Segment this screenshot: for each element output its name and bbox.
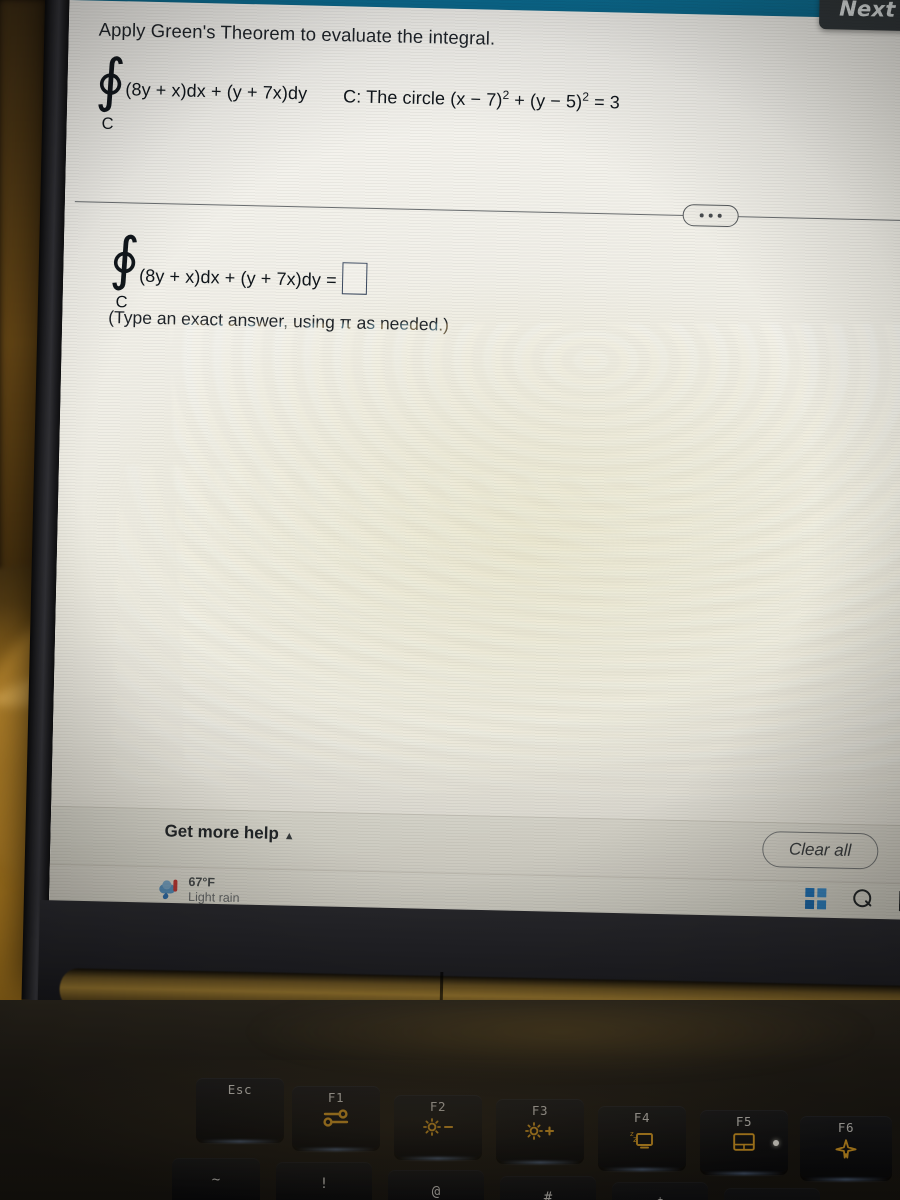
- integrand-2-text: (8y + x)dx + (y + 7x)dy =: [138, 265, 337, 291]
- dot-icon: [717, 213, 722, 218]
- key-at[interactable]: @: [388, 1170, 484, 1200]
- get-more-help-button[interactable]: Get more help ▲: [164, 821, 295, 844]
- key-f6[interactable]: F6: [800, 1116, 892, 1181]
- weather-widget[interactable]: 67°F Light rain: [159, 874, 240, 906]
- key-f5[interactable]: F5: [700, 1110, 788, 1175]
- key-backlight: [200, 1140, 280, 1143]
- section-divider: [74, 190, 900, 232]
- key-backlight: [602, 1168, 682, 1171]
- curve-label: C: The circle (x − 7): [342, 86, 503, 110]
- screen-surface: Next qu Apply Green's Theorem to evaluat…: [48, 0, 900, 938]
- dot-icon: [699, 213, 704, 218]
- search-icon[interactable]: [852, 889, 873, 910]
- brightness-up-icon: [525, 1122, 555, 1140]
- curve-end: = 3: [588, 91, 621, 113]
- key-backlight: [296, 1148, 376, 1151]
- rain-cloud-icon: [159, 879, 181, 901]
- key-percent[interactable]: %: [724, 1188, 820, 1200]
- key-dollar[interactable]: $: [612, 1182, 708, 1200]
- key-exclaim[interactable]: !: [276, 1162, 372, 1200]
- answer-hint-text: (Type an exact answer, using π as needed…: [108, 306, 450, 335]
- key-tilde[interactable]: ~: [172, 1158, 260, 1200]
- key-label: F2: [429, 1099, 447, 1114]
- clear-all-button[interactable]: Clear all: [761, 830, 879, 870]
- dot-icon: [708, 213, 713, 218]
- answer-hint: (Type an exact answer, using π as needed…: [108, 307, 449, 336]
- laptop-screen: Next qu Apply Green's Theorem to evaluat…: [48, 0, 900, 938]
- divider-line: [74, 201, 900, 223]
- key-hash[interactable]: #: [500, 1176, 596, 1200]
- weather-temperature: 67°F: [188, 874, 216, 890]
- key-label: F4: [633, 1110, 651, 1125]
- key-label: ~: [211, 1172, 221, 1188]
- contour-integral-symbol-1: ∮ C: [94, 45, 127, 134]
- display-sleep-icon: zz: [630, 1129, 654, 1149]
- question-prompt: Apply Green's Theorem to evaluate the in…: [98, 18, 496, 49]
- next-question-button[interactable]: Next qu: [818, 0, 900, 33]
- key-f1[interactable]: F1: [292, 1086, 380, 1151]
- key-label: F6: [837, 1120, 855, 1135]
- integrand-2: (8y + x)dx + (y + 7x)dy =: [139, 242, 368, 295]
- key-backlight: [704, 1172, 784, 1175]
- key-label: F3: [531, 1103, 549, 1118]
- more-options-button[interactable]: [682, 203, 739, 228]
- key-label: #: [543, 1190, 553, 1200]
- question-page: Apply Green's Theorem to evaluate the in…: [48, 0, 900, 938]
- curve-mid: + (y − 5): [508, 89, 583, 112]
- key-label: Esc: [227, 1082, 253, 1097]
- key-label: !: [319, 1176, 329, 1192]
- touchpad-icon: [733, 1133, 755, 1151]
- windows-start-icon[interactable]: [804, 887, 827, 910]
- weather-text: 67°F Light rain: [188, 875, 240, 907]
- curve-definition: C: The circle (x − 7)2 + (y − 5)2 = 3: [307, 67, 621, 113]
- integral-expression-2: ∮ C (8y + x)dx + (y + 7x)dy =: [108, 223, 368, 312]
- taskbar-icons: [804, 887, 900, 912]
- settings-sliders-icon: [323, 1109, 349, 1127]
- brightness-down-icon: [423, 1118, 453, 1136]
- answer-input[interactable]: [341, 262, 368, 295]
- touchpad-indicator-led: [773, 1140, 779, 1146]
- key-f2[interactable]: F2: [394, 1095, 482, 1160]
- key-backlight: [398, 1157, 478, 1160]
- key-label: @: [431, 1184, 441, 1200]
- svg-text:z: z: [633, 1135, 638, 1145]
- laptop-photo-scene: Next qu Apply Green's Theorem to evaluat…: [0, 0, 900, 1200]
- airplane-mode-icon: [835, 1139, 857, 1159]
- contour-integral-symbol-2: ∮ C: [108, 223, 141, 312]
- caret-up-icon: ▲: [283, 830, 295, 843]
- deck-light-reflection: [120, 1002, 900, 1072]
- key-f4[interactable]: F4 z z: [598, 1106, 686, 1171]
- get-more-help-label: Get more help: [164, 821, 280, 843]
- key-label: F5: [735, 1114, 753, 1129]
- key-backlight: [500, 1161, 580, 1164]
- key-f3[interactable]: F3: [496, 1099, 584, 1164]
- integral-expression-1: ∮ C (8y + x)dx + (y + 7x)dy C: The circl…: [94, 45, 621, 137]
- key-esc[interactable]: Esc: [196, 1078, 284, 1143]
- key-backlight: [804, 1178, 888, 1181]
- key-label: $: [656, 1196, 664, 1200]
- key-label: F1: [327, 1090, 345, 1105]
- integrand-1: (8y + x)dx + (y + 7x)dy: [125, 79, 308, 104]
